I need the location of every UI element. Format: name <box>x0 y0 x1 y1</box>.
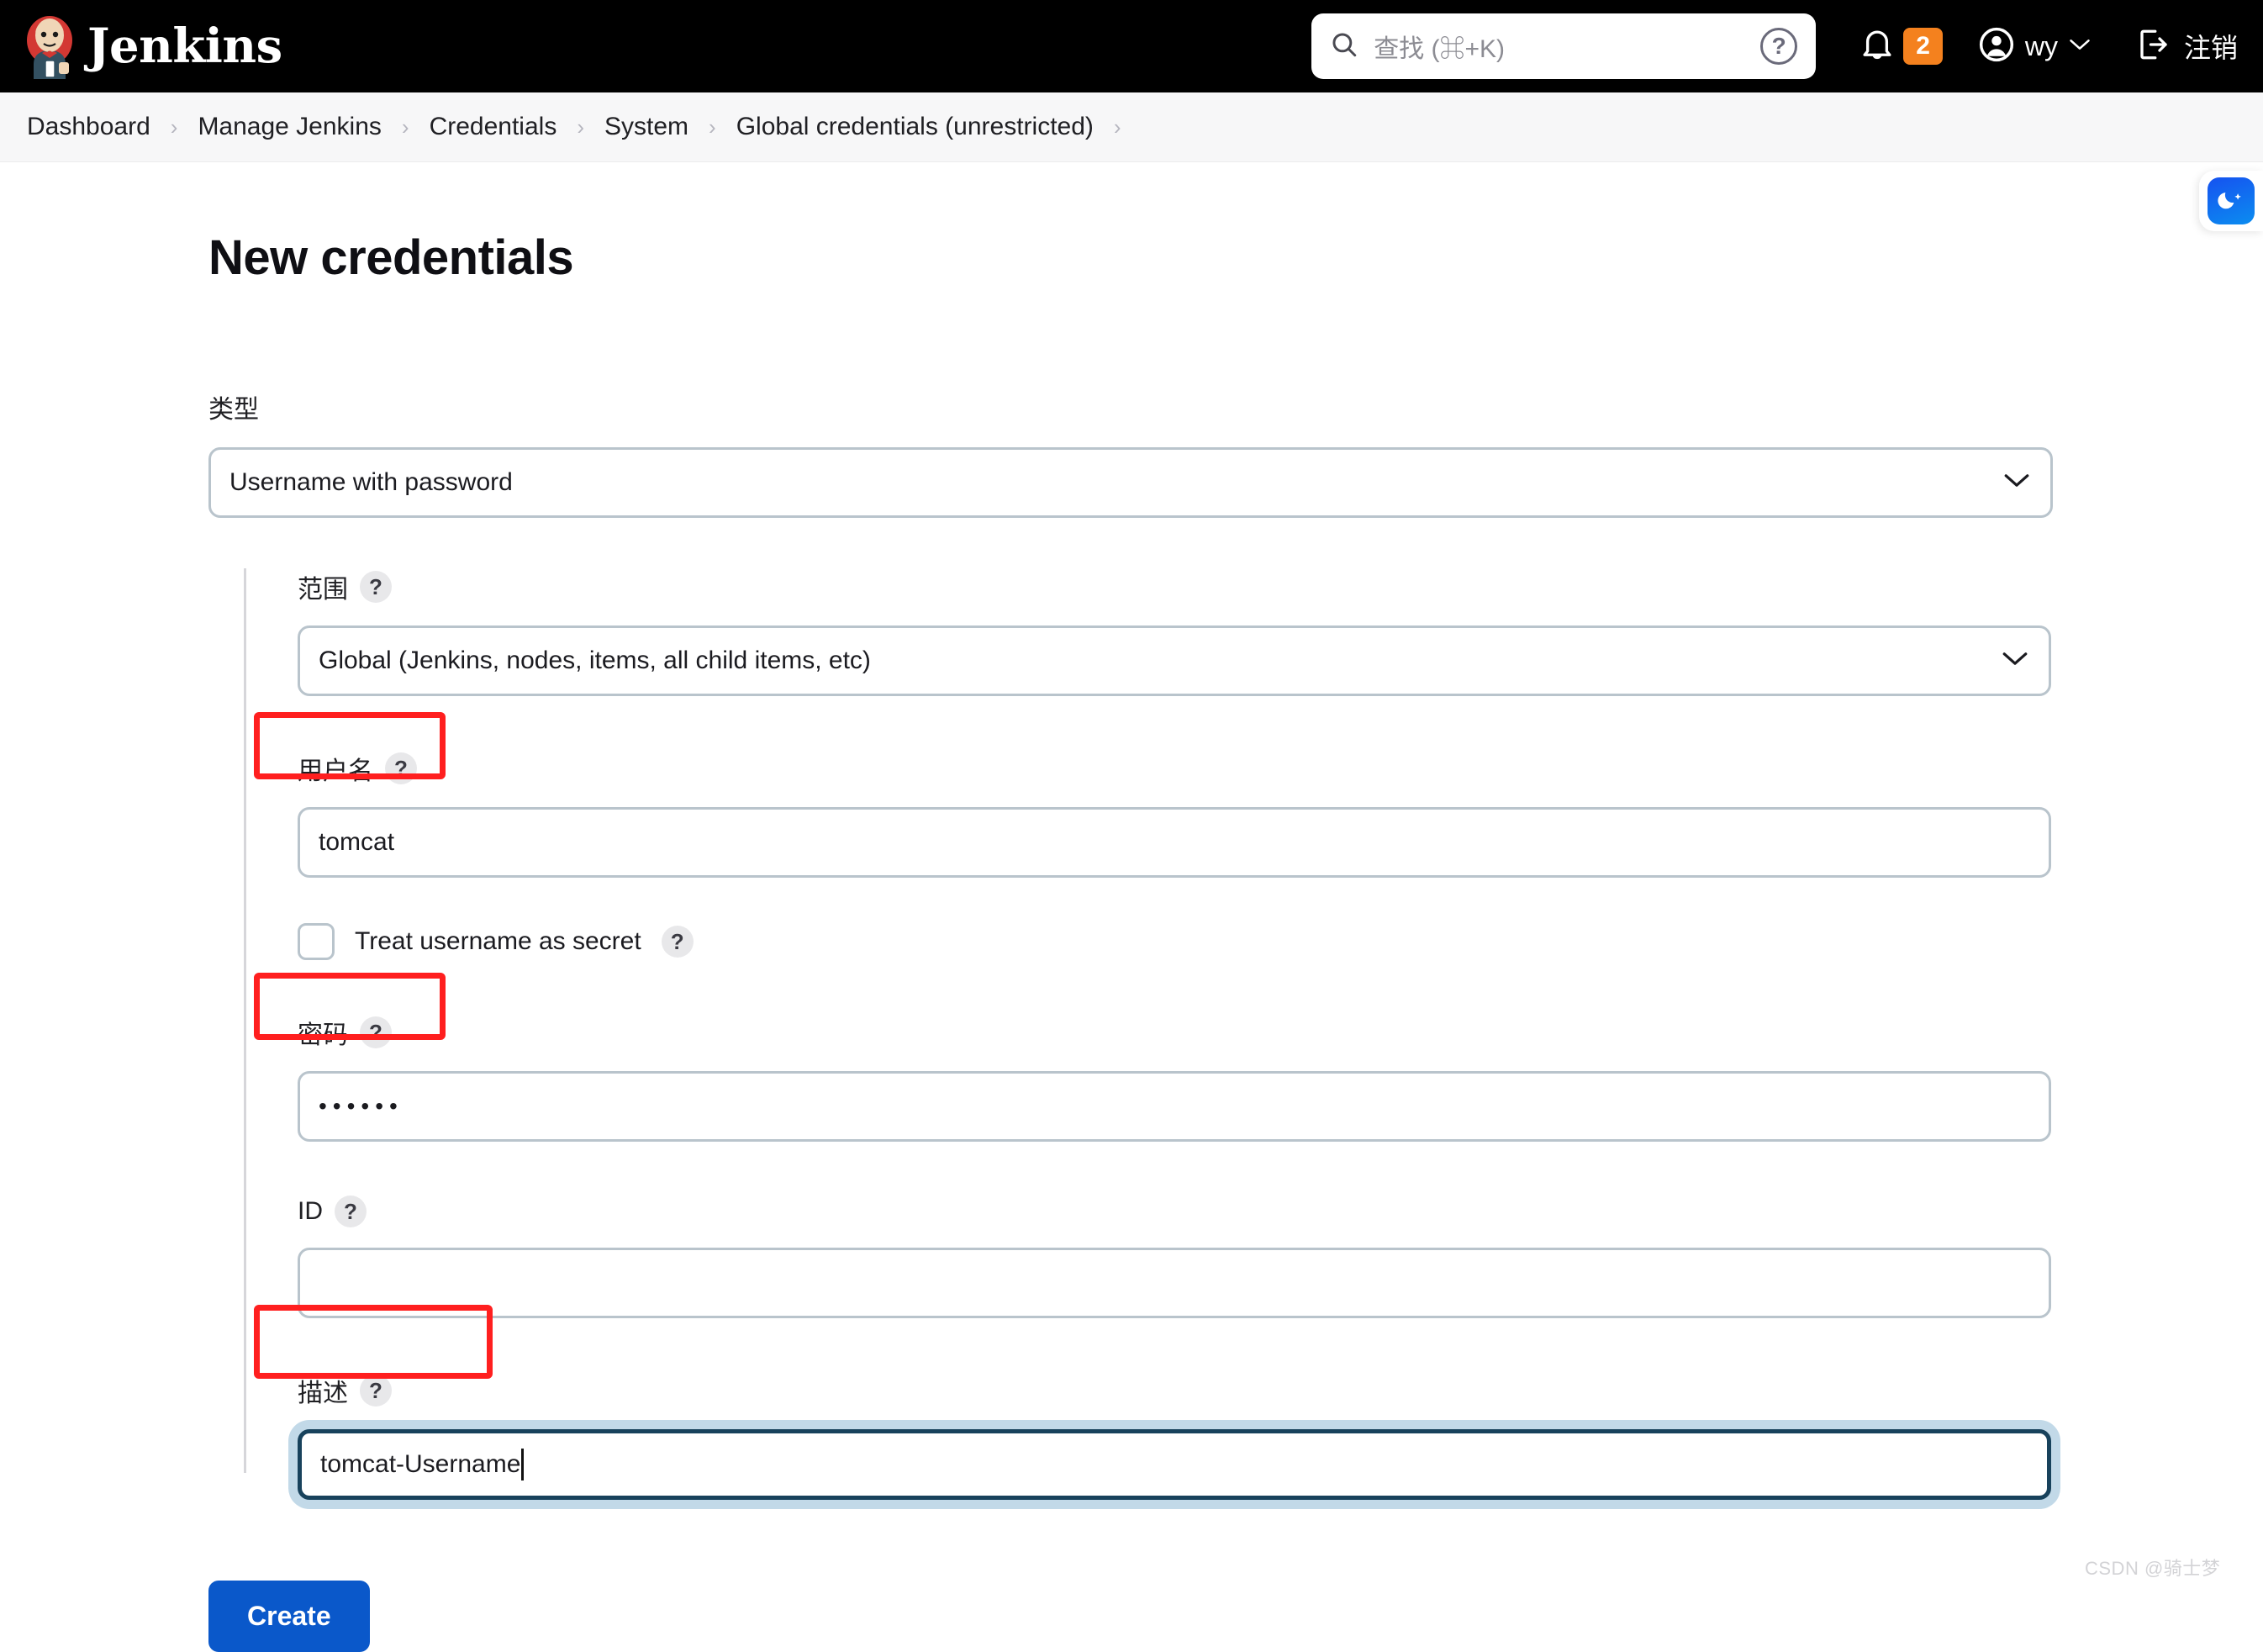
scope-select[interactable]: Global (Jenkins, nodes, items, all child… <box>298 625 2051 696</box>
text-cursor <box>521 1449 525 1480</box>
breadcrumb-item-system[interactable]: System <box>603 113 690 141</box>
help-icon[interactable]: ? <box>360 1016 392 1048</box>
id-field: ID ? <box>298 1195 2211 1318</box>
scope-label-text: 范围 <box>298 576 348 604</box>
type-label-text: 类型 <box>208 396 259 424</box>
description-field: 描述 ? tomcat-Username <box>298 1372 2211 1500</box>
username-field-label: 用户名 ? <box>298 750 2211 787</box>
description-input[interactable]: tomcat-Username <box>298 1429 2051 1500</box>
logout-label: 注销 <box>2183 33 2238 63</box>
breadcrumb-separator-icon: › <box>1113 113 1121 140</box>
username-label-text: 用户名 <box>298 757 373 785</box>
breadcrumb-separator-icon: › <box>709 113 716 140</box>
breadcrumb-item-dashboard[interactable]: Dashboard <box>25 113 152 141</box>
credential-fields-group: 范围 ? Global (Jenkins, nodes, items, all … <box>244 568 2211 1500</box>
user-circle-icon <box>1978 26 2015 67</box>
help-icon[interactable]: ? <box>360 571 392 603</box>
help-icon[interactable]: ? <box>385 752 417 784</box>
scope-field-label: 范围 ? <box>298 568 2211 605</box>
search-placeholder-text: 查找 (⌘+K) <box>1374 35 1506 63</box>
username-field: 用户名 ? tomcat <box>298 750 2211 878</box>
search-input[interactable]: 查找 (⌘+K) ? <box>1311 13 1817 79</box>
jenkins-butler-logo <box>24 13 76 79</box>
password-field: 密码 ? •••••• <box>298 1014 2211 1142</box>
search-icon <box>1330 30 1358 63</box>
brand-title: Jenkins <box>87 18 282 74</box>
bell-icon <box>1859 25 1895 68</box>
type-field-label: 类型 <box>208 388 2263 425</box>
username-input[interactable]: tomcat <box>298 807 2051 878</box>
dark-mode-toggle-button[interactable] <box>2199 171 2263 231</box>
treat-username-as-secret-checkbox[interactable] <box>298 923 335 960</box>
breadcrumb-item-global-credentials[interactable]: Global credentials (unrestricted) <box>735 113 1095 141</box>
credential-type-select[interactable]: Username with password <box>208 447 2053 518</box>
description-field-label: 描述 ? <box>298 1372 2211 1409</box>
password-field-label: 密码 ? <box>298 1014 2211 1051</box>
breadcrumb: Dashboard › Manage Jenkins › Credentials… <box>0 92 2263 162</box>
help-icon[interactable]: ? <box>335 1195 367 1227</box>
user-name-label: wy <box>2024 30 2058 61</box>
scope-select-value[interactable]: Global (Jenkins, nodes, items, all child… <box>298 625 2051 696</box>
treat-username-as-secret-row: Treat username as secret ? <box>298 923 2211 960</box>
password-label-text: 密码 <box>298 1021 348 1049</box>
help-icon[interactable]: ? <box>661 926 694 958</box>
logout-icon <box>2135 27 2172 66</box>
description-input-value: tomcat-Username <box>320 1450 521 1478</box>
id-label-text: ID <box>298 1197 323 1225</box>
user-menu-button[interactable]: wy <box>1978 26 2092 67</box>
question-mark-circle-icon[interactable]: ? <box>1760 28 1798 65</box>
notifications-button[interactable]: 2 <box>1859 25 1943 68</box>
id-input[interactable] <box>298 1248 2051 1318</box>
moon-sparkle-icon <box>2208 177 2255 224</box>
scope-field: 范围 ? Global (Jenkins, nodes, items, all … <box>298 568 2211 696</box>
id-field-label: ID ? <box>298 1195 2211 1227</box>
watermark: CSDN @骑士梦 <box>2085 1558 2221 1579</box>
breadcrumb-item-credentials[interactable]: Credentials <box>428 113 559 141</box>
breadcrumb-item-manage-jenkins[interactable]: Manage Jenkins <box>196 113 382 141</box>
password-masked-value: •••••• <box>319 1093 404 1119</box>
breadcrumb-separator-icon: › <box>401 113 409 140</box>
credential-type-select-value[interactable]: Username with password <box>208 447 2053 518</box>
treat-username-as-secret-label: Treat username as secret <box>355 927 641 955</box>
chevron-down-icon <box>2068 34 2092 58</box>
jenkins-home-link[interactable]: Jenkins <box>24 13 282 79</box>
logout-button[interactable]: 注销 <box>2135 27 2238 66</box>
breadcrumb-separator-icon: › <box>577 113 584 140</box>
main-content: New credentials 类型 Username with passwor… <box>0 162 2263 1652</box>
notification-count-badge: 2 <box>1903 28 1943 65</box>
create-button[interactable]: Create <box>208 1581 370 1652</box>
top-navigation-bar: Jenkins 查找 (⌘+K) ? 2 wy 注销 <box>0 0 2263 92</box>
description-label-text: 描述 <box>298 1380 348 1407</box>
password-input[interactable]: •••••• <box>298 1071 2051 1142</box>
page-title: New credentials <box>208 230 574 285</box>
breadcrumb-separator-icon: › <box>170 113 178 140</box>
top-bar-actions: 查找 (⌘+K) ? 2 wy 注销 <box>1311 13 2263 79</box>
help-icon[interactable]: ? <box>360 1375 392 1407</box>
